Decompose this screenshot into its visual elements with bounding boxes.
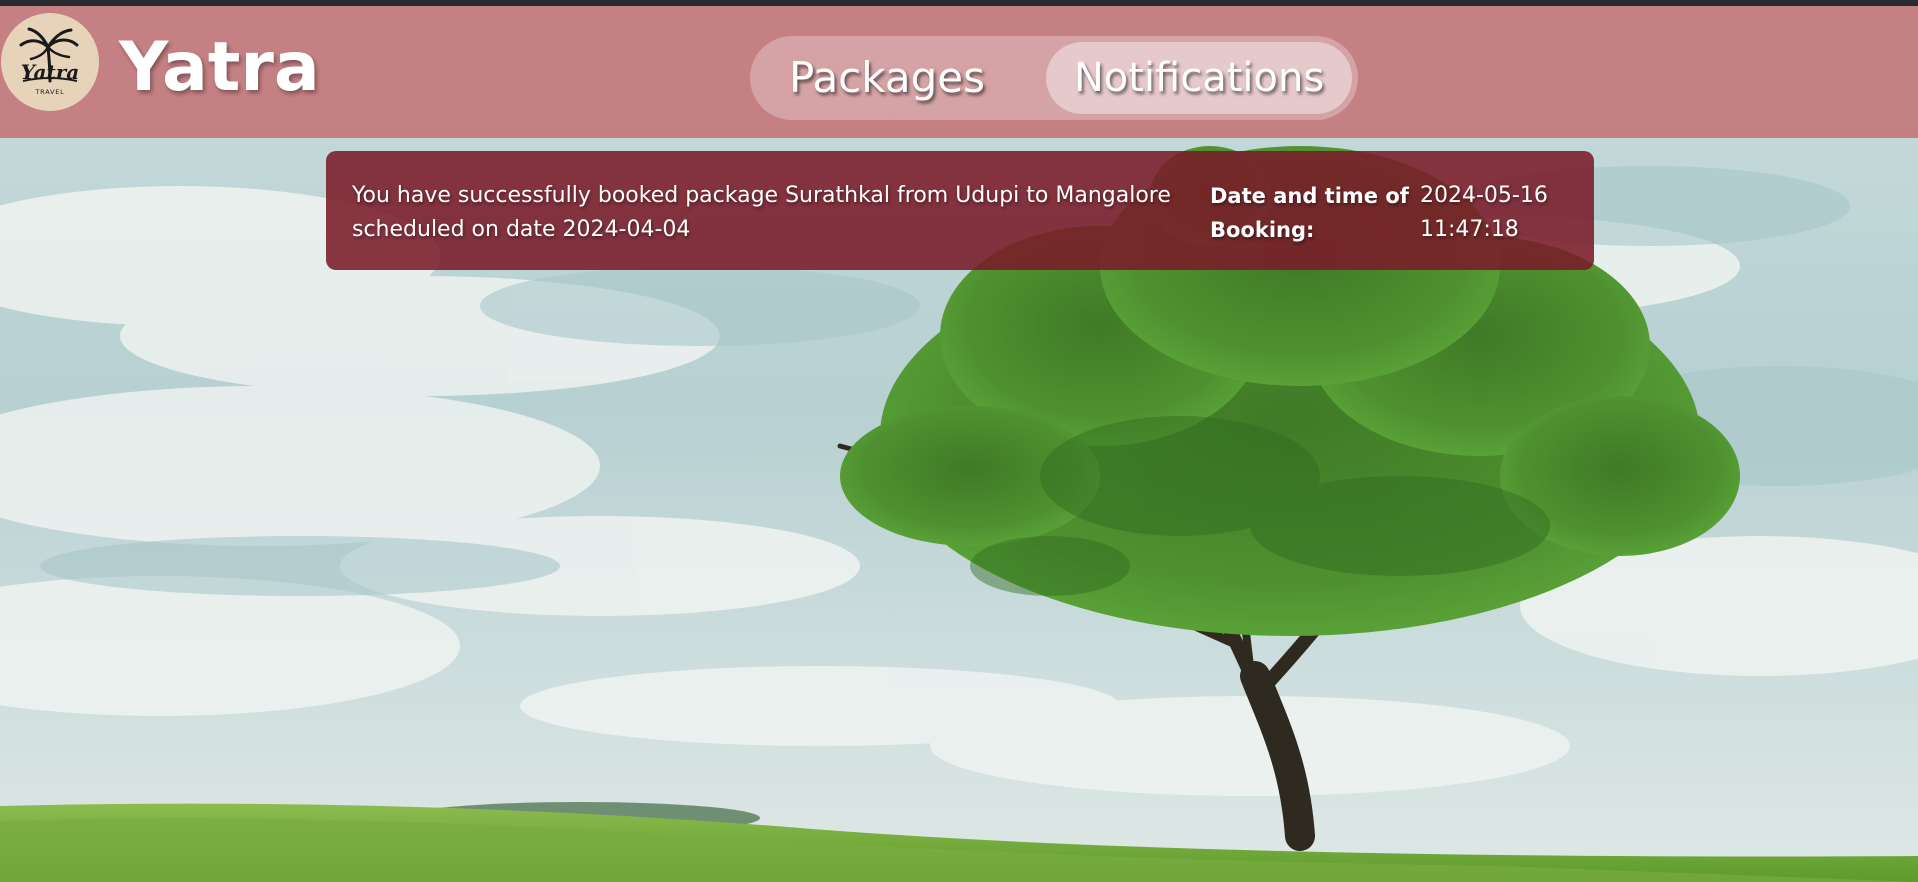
logo-script-text: Yatra <box>21 60 79 84</box>
nav-packages[interactable]: Packages <box>764 42 1010 114</box>
booking-datetime-label: Date and time of Booking: <box>1210 184 1409 242</box>
booking-datetime-value: 2024-05-16 11:47:18 <box>1420 179 1580 247</box>
main-nav: Packages Notifications <box>750 36 1358 120</box>
booking-date: 2024-05-16 <box>1420 183 1548 208</box>
notification-card: You have successfully booked package Sur… <box>326 151 1594 270</box>
logo-sub-text: TRAVEL <box>34 88 64 96</box>
brand-title: Yatra <box>119 28 320 107</box>
notification-message: You have successfully booked package Sur… <box>352 183 1171 242</box>
nav-notifications[interactable]: Notifications <box>1046 42 1352 114</box>
palm-tree-icon: Yatra TRAVEL <box>19 27 79 96</box>
app-header: Yatra TRAVEL Yatra Packages Notification… <box>0 6 1918 138</box>
brand-logo[interactable]: Yatra TRAVEL <box>1 13 99 111</box>
booking-time: 11:47:18 <box>1420 217 1519 242</box>
